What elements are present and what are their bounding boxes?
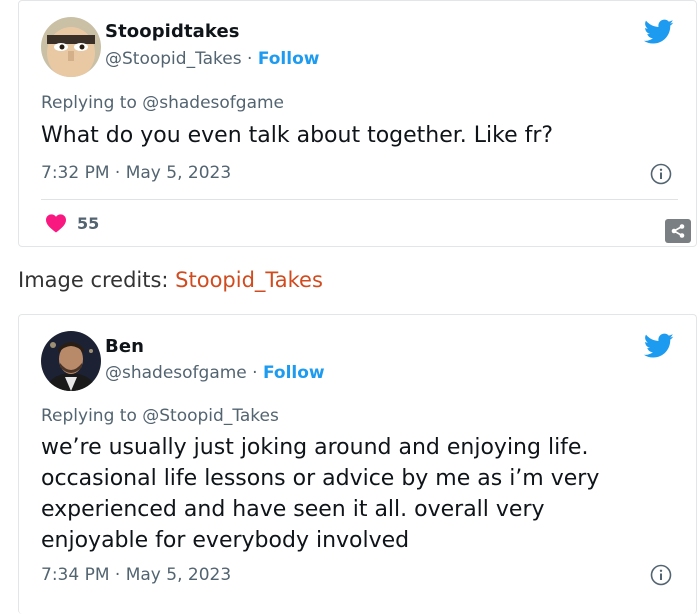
share-button[interactable]: [665, 219, 691, 243]
display-name[interactable]: Stoopidtakes: [105, 21, 240, 42]
credits-label: Image credits:: [18, 268, 176, 292]
handle[interactable]: @shadesofgame: [105, 363, 247, 383]
timestamp[interactable]: 7:34 PM · May 5, 2023: [41, 565, 231, 585]
divider: [41, 199, 678, 200]
tweet-card: Stoopidtakes @Stoopid_Takes · Follow Rep…: [18, 0, 697, 247]
handle[interactable]: @Stoopid_Takes: [105, 49, 242, 69]
tweet-text: we’re usually just joking around and enj…: [41, 435, 600, 553]
separator: ·: [246, 363, 263, 383]
display-name[interactable]: Ben: [105, 336, 144, 357]
mention-link[interactable]: @Stoopid_Takes: [142, 406, 279, 426]
like-button[interactable]: 55: [45, 213, 99, 233]
mention-link[interactable]: @shadesofgame: [142, 93, 284, 113]
timestamp[interactable]: 7:32 PM · May 5, 2023: [41, 163, 231, 183]
info-icon[interactable]: [650, 564, 672, 586]
twitter-bird-icon[interactable]: [644, 333, 674, 359]
avatar[interactable]: [41, 331, 101, 391]
image-credits: Image credits: Stoopid_Takes: [18, 268, 323, 292]
handle-line: @Stoopid_Takes · Follow: [105, 49, 319, 69]
replying-prefix: Replying to: [41, 406, 143, 426]
info-icon[interactable]: [650, 163, 672, 185]
avatar[interactable]: [41, 17, 101, 77]
credits-link[interactable]: Stoopid_Takes: [175, 268, 323, 292]
tweet-card: Ben @shadesofgame · Follow Replying to @…: [18, 314, 697, 614]
replying-prefix: Replying to: [41, 93, 143, 113]
replying-to: Replying to @shadesofgame: [41, 93, 284, 113]
handle-line: @shadesofgame · Follow: [105, 363, 325, 383]
separator: ·: [241, 49, 258, 69]
follow-button[interactable]: Follow: [258, 49, 320, 69]
share-icon: [671, 224, 685, 238]
like-count: 55: [77, 213, 100, 233]
follow-button[interactable]: Follow: [263, 363, 325, 383]
replying-to: Replying to @Stoopid_Takes: [41, 406, 279, 426]
tweet-text: What do you even talk about together. Li…: [41, 123, 554, 148]
twitter-bird-icon[interactable]: [644, 19, 674, 45]
heart-icon: [46, 214, 66, 233]
